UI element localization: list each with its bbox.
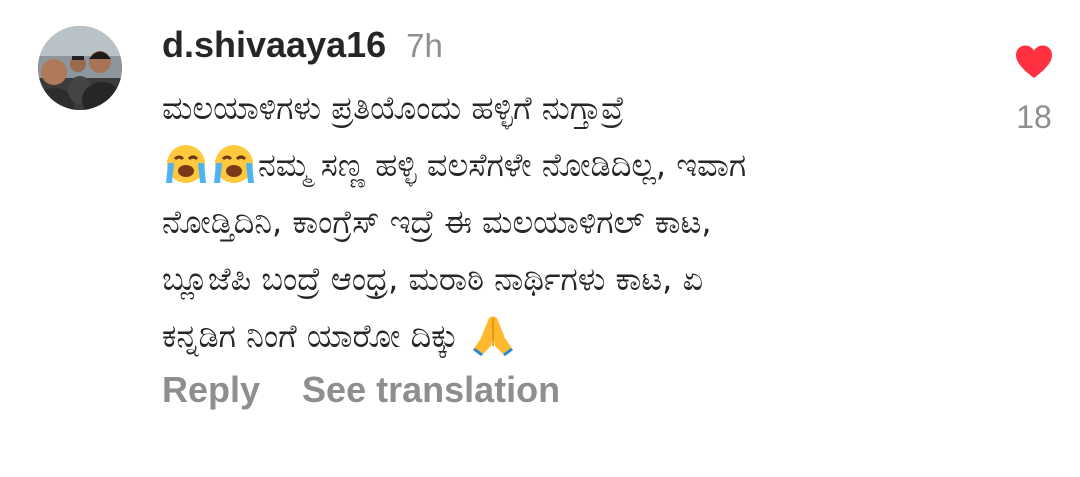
comment-line-text: ಕನ್ನಡಿಗ ನಿಂಗೆ ಯಾರೋ ದಿಕ್ಕು [162,317,469,355]
comment-line: ಮಲಯಾಳಿಗಳು ಪ್ರತಿಯೊಂದು ಹಳ್ಳಿಗೆ ನುಗ್ತಾವ್ರೆ [162,89,625,127]
see-translation-button[interactable]: See translation [302,362,560,418]
heart-icon[interactable] [1014,44,1054,80]
like-section: 18 [1012,44,1056,136]
reply-button[interactable]: Reply [162,362,260,418]
comment-line: ನೋಡ್ತಿದಿನಿ, ಕಾಂಗ್ರೆಸ್ ಇದ್ರೆ ಈ ಮಲಯಾಳಿಗಲ್ … [162,203,712,241]
comment-line: ನಮ್ಮ ಸಣ್ಣ ಹಳ್ಳಿ ವಲಸೆಗಳೇ ನೋಡಿದಿಲ್ಲ, ಇವಾಗ [162,137,992,194]
timestamp: 7h [406,27,443,64]
folded-hands-icon [469,312,517,358]
comment-line: ಬ್ಲೂಜೆಪಿ ಬಂದ್ರೆ ಆಂಧ್ರ, ಮರಾಠಿ ನಾರ್ಥಿಗಳು ಕ… [162,260,704,298]
comment-header: d.shivaaya16 7h [162,22,443,68]
avatar-photo [38,26,122,110]
comment-line: ಕನ್ನಡಿಗ ನಿಂಗೆ ಯಾರೋ ದಿಕ್ಕು [162,308,992,365]
comment-item: d.shivaaya16 7h ಮಲಯಾಳಿಗಳು ಪ್ರತಿಯೊಂದು ಹಳ್… [0,0,1080,477]
loudly-crying-face-icon [210,143,258,185]
comment-text: ಮಲಯಾಳಿಗಳು ಪ್ರತಿಯೊಂದು ಹಳ್ಳಿಗೆ ನುಗ್ತಾವ್ರೆ … [162,80,992,365]
comment-line-text: ನಮ್ಮ ಸಣ್ಣ ಹಳ್ಳಿ ವಲಸೆಗಳೇ ನೋಡಿದಿಲ್ಲ, ಇವಾಗ [258,146,747,184]
like-count[interactable]: 18 [1012,98,1056,136]
loudly-crying-face-icon [162,143,210,185]
username[interactable]: d.shivaaya16 [162,22,386,68]
comment-actions: Reply See translation [162,362,560,418]
avatar[interactable] [38,26,122,110]
